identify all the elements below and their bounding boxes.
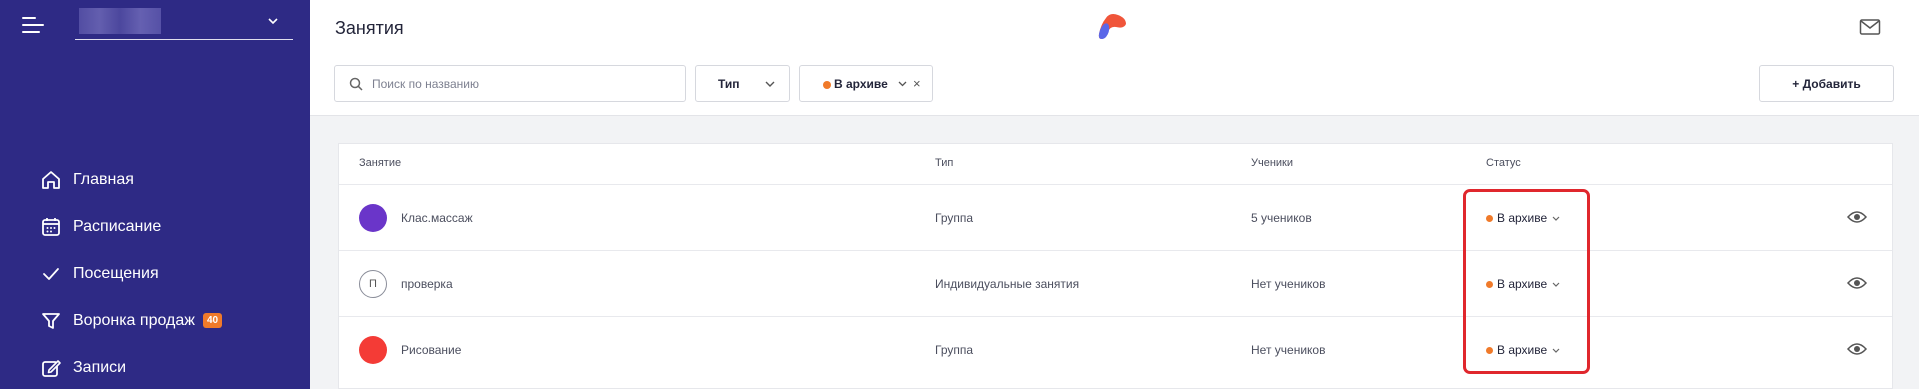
status-filter-chip[interactable]: В архиве × xyxy=(799,65,933,102)
organization-select[interactable] xyxy=(75,6,293,40)
students-count: Нет учеников xyxy=(1251,277,1326,291)
column-header-type: Тип xyxy=(935,157,954,169)
sidebar-item-label: Главная xyxy=(73,171,134,188)
mail-icon[interactable] xyxy=(1859,18,1881,36)
status-label: В архиве xyxy=(1497,277,1548,291)
avatar: П xyxy=(359,270,387,298)
count-badge: 40 xyxy=(202,313,223,328)
checkmark-icon xyxy=(43,268,59,280)
sidebar-item-sales-funnel[interactable]: Воронка продаж 40 xyxy=(0,301,310,341)
status-label: В архиве xyxy=(1497,343,1548,357)
header: Занятия Тип В архиве × + Добавить xyxy=(310,0,1919,116)
funnel-icon xyxy=(42,313,60,329)
class-type: Группа xyxy=(935,211,974,225)
add-button[interactable]: + Добавить xyxy=(1759,65,1894,102)
class-type: Группа xyxy=(935,343,974,357)
table-row[interactable]: Рисование Группа Нет учеников В архиве xyxy=(339,317,1892,383)
type-filter-label: Тип xyxy=(718,77,740,91)
sidebar-item-label: Воронка продаж 40 xyxy=(73,312,223,330)
status-dot xyxy=(1486,214,1493,222)
eye-icon[interactable] xyxy=(1847,342,1867,356)
students-count: 5 учеников xyxy=(1251,211,1312,225)
menu-icon[interactable] xyxy=(22,17,44,33)
search-icon xyxy=(349,77,363,91)
class-type: Индивидуальные занятия xyxy=(935,277,1080,291)
calendar-icon xyxy=(42,218,60,236)
home-icon xyxy=(42,171,60,189)
chevron-down-icon xyxy=(1552,348,1560,353)
edit-icon xyxy=(42,360,61,377)
status-label: В архиве xyxy=(1497,211,1548,225)
table-row[interactable]: П проверка Индивидуальные занятия Нет уч… xyxy=(339,251,1892,317)
status-filter-label: В архиве xyxy=(834,77,888,91)
column-header-status: Статус xyxy=(1486,157,1521,169)
chevron-down-icon xyxy=(268,18,278,25)
sidebar: Главная Расписание Посещения Воронка про… xyxy=(0,0,310,389)
chevron-down-icon xyxy=(1552,216,1560,221)
status-dropdown[interactable]: В архиве xyxy=(1486,211,1560,225)
sidebar-item-home[interactable]: Главная xyxy=(0,160,310,200)
search-input[interactable] xyxy=(372,74,672,94)
chevron-down-icon xyxy=(1552,282,1560,287)
app-logo xyxy=(1098,14,1126,39)
sidebar-item-label: Записи xyxy=(73,359,127,376)
status-dropdown[interactable]: В архиве xyxy=(1486,343,1560,357)
clear-filter-icon[interactable]: × xyxy=(913,76,921,91)
page-title: Занятия xyxy=(335,18,404,38)
avatar xyxy=(359,204,387,232)
sidebar-item-attendance[interactable]: Посещения xyxy=(0,254,310,294)
status-dot xyxy=(1486,346,1493,354)
classes-table: Занятие Тип Ученики Статус Клас.массаж Г… xyxy=(338,143,1893,389)
avatar xyxy=(359,336,387,364)
sidebar-item-label: Расписание xyxy=(73,218,162,235)
eye-icon[interactable] xyxy=(1847,276,1867,290)
column-header-students: Ученики xyxy=(1251,157,1294,169)
sidebar-item-schedule[interactable]: Расписание xyxy=(0,207,310,247)
type-filter-dropdown[interactable]: Тип xyxy=(695,65,790,102)
status-dot xyxy=(823,81,831,89)
search-field[interactable] xyxy=(334,65,686,102)
sidebar-item-label: Посещения xyxy=(73,265,159,282)
class-name[interactable]: проверка xyxy=(401,277,453,291)
eye-icon[interactable] xyxy=(1847,210,1867,224)
organization-name-blurred xyxy=(79,8,161,34)
students-count: Нет учеников xyxy=(1251,343,1326,357)
chevron-down-icon xyxy=(898,81,907,87)
chevron-down-icon xyxy=(765,81,775,87)
sidebar-item-records[interactable]: Записи xyxy=(0,348,310,388)
status-dropdown[interactable]: В архиве xyxy=(1486,277,1560,291)
column-header-name: Занятие xyxy=(359,157,402,169)
class-name[interactable]: Рисование xyxy=(401,343,461,357)
status-dot xyxy=(1486,280,1493,288)
table-row[interactable]: Клас.массаж Группа 5 учеников В архиве xyxy=(339,185,1892,251)
class-name[interactable]: Клас.массаж xyxy=(401,211,473,225)
